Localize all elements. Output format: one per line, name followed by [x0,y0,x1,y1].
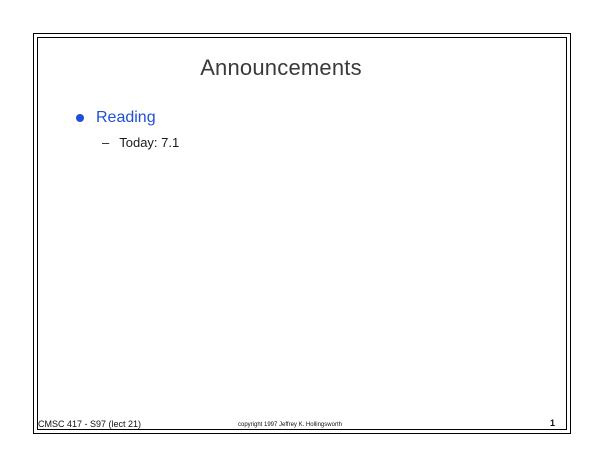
slide-title: Announcements [200,55,362,80]
bullet-label: Reading [96,109,156,126]
sub-item-today: – Today: 7.1 [102,135,179,150]
footer-copyright: copyright 1997 Jeffrey K. Hollingsworth [238,422,342,428]
slide-frame-inner [37,37,567,430]
bullet-dot-icon [76,114,84,122]
sub-item-text: Today: 7.1 [119,135,180,150]
bullet-item-reading: Reading [76,109,156,127]
dash-marker: – [102,135,110,150]
page-number: 1 [550,418,556,428]
footer-course-label: CMSC 417 - S97 (lect 21) [38,419,142,429]
